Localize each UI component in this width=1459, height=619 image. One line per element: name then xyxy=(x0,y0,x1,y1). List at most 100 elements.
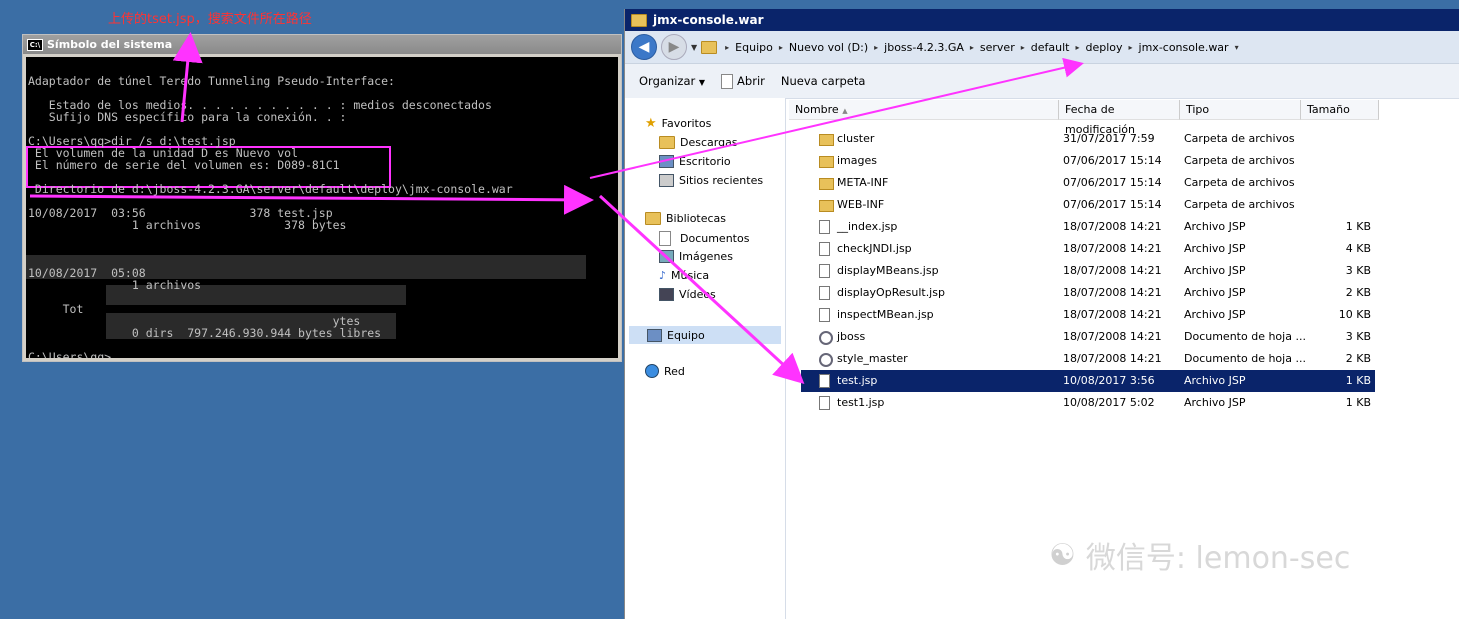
breadcrumb-item[interactable]: jboss-4.2.3.GA xyxy=(884,41,964,54)
breadcrumb-separator-icon[interactable]: ▸ xyxy=(1021,43,1025,52)
breadcrumb-separator-icon[interactable]: ▸ xyxy=(1075,43,1079,52)
breadcrumb-separator-icon[interactable]: ▸ xyxy=(874,43,878,52)
file-date: 07/06/2017 15:14 xyxy=(1063,154,1162,167)
console-line: El número de serie del volumen es: D089-… xyxy=(28,158,340,172)
file-row[interactable]: style_master 18/07/2008 14:21 Documento de… xyxy=(801,348,1375,370)
forward-arrow-icon[interactable]: ▶ xyxy=(661,34,687,60)
file-row[interactable]: __index.jsp 18/07/2008 14:21 Archivo JSP 1 … xyxy=(801,216,1375,238)
back-arrow-icon[interactable]: ◀ xyxy=(631,34,657,60)
gear-icon xyxy=(819,353,833,367)
file-date: 10/08/2017 5:02 xyxy=(1063,396,1155,409)
organize-button[interactable]: Organizar ▼ xyxy=(639,74,705,88)
explorer-window[interactable]: jmx-console.war ◀ ▶ ▼ ▸ Equipo ▸ Nuevo vol … xyxy=(624,9,1459,619)
breadcrumb-item[interactable]: default xyxy=(1031,41,1070,54)
file-size: 2 KB xyxy=(1345,286,1371,299)
nav-network[interactable]: Red xyxy=(645,364,685,378)
breadcrumb-separator-icon[interactable]: ▸ xyxy=(1129,43,1133,52)
folder-icon xyxy=(819,200,834,212)
console-line: Directorio de d:\jboss-4.2.3.GA\server\d… xyxy=(28,182,513,196)
file-date: 18/07/2008 14:21 xyxy=(1063,220,1162,233)
cmd-title-bar[interactable]: C:\ Símbolo del sistema xyxy=(23,35,621,54)
column-header-type[interactable]: Tipo xyxy=(1180,100,1301,120)
file-name: inspectMBean.jsp xyxy=(837,308,934,321)
console-line: Adaptador de túnel Teredo Tunneling Pseu… xyxy=(28,74,395,88)
file-row[interactable]: inspectMBean.jsp 18/07/2008 14:21 Archivo … xyxy=(801,304,1375,326)
file-date: 18/07/2008 14:21 xyxy=(1063,330,1162,343)
file-row[interactable]: test.jsp 10/08/2017 3:56 Archivo JSP 1 KB xyxy=(801,370,1375,392)
file-row[interactable]: cluster 31/07/2017 7:59 Carpeta de archivo… xyxy=(801,128,1375,150)
breadcrumb-item[interactable]: deploy xyxy=(1085,41,1122,54)
column-header-size[interactable]: Tamaño xyxy=(1301,100,1379,120)
nav-images[interactable]: Imágenes xyxy=(659,250,733,263)
file-row[interactable]: displayMBeans.jsp 18/07/2008 14:21 Archivo… xyxy=(801,260,1375,282)
libraries-icon xyxy=(645,212,661,225)
breadcrumb-item[interactable]: Equipo xyxy=(735,41,773,54)
file-type: Documento de hoja ... xyxy=(1184,352,1306,365)
annotation-caption: 上传的tset.jsp，搜索文件所在路径 xyxy=(108,12,312,27)
open-button[interactable]: Abrir xyxy=(721,73,765,89)
navigation-pane[interactable]: ★ Favoritos Descargas Escritorio Sitios r… xyxy=(625,98,786,619)
file-date: 31/07/2017 7:59 xyxy=(1063,132,1155,145)
nav-favorites[interactable]: ★ Favoritos xyxy=(645,116,711,131)
file-size: 10 KB xyxy=(1338,308,1371,321)
file-row[interactable]: test1.jsp 10/08/2017 5:02 Archivo JSP 1 KB xyxy=(801,392,1375,414)
console-line: C:\Users\qq> xyxy=(28,350,112,358)
breadcrumb-separator-icon[interactable]: ▸ xyxy=(970,43,974,52)
nav-recent[interactable]: Sitios recientes xyxy=(659,174,763,187)
console-line: Sufijo DNS específico para la conexión. … xyxy=(28,110,347,124)
file-type: Archivo JSP xyxy=(1184,308,1246,321)
nav-documents[interactable]: Documentos xyxy=(659,231,749,246)
address-bar[interactable]: ◀ ▶ ▼ ▸ Equipo ▸ Nuevo vol (D:) ▸ jboss-4.2.3… xyxy=(625,31,1459,64)
file-type: Carpeta de archivos xyxy=(1184,132,1295,145)
folder-icon xyxy=(819,178,834,190)
breadcrumb-separator-icon[interactable]: ▸ xyxy=(725,43,729,52)
downloads-folder-icon xyxy=(659,136,675,149)
file-type: Archivo JSP xyxy=(1184,286,1246,299)
folder-icon xyxy=(631,13,647,27)
file-row[interactable]: META-INF 07/06/2017 15:14 Carpeta de archi… xyxy=(801,172,1375,194)
folder-icon xyxy=(701,40,718,54)
breadcrumb[interactable]: ▸ Equipo ▸ Nuevo vol (D:) ▸ jboss-4.2.3.GA ▸ se… xyxy=(725,41,1238,54)
history-dropdown-icon[interactable]: ▼ xyxy=(691,43,697,52)
cmd-icon: C:\ xyxy=(27,38,43,51)
nav-downloads[interactable]: Descargas xyxy=(659,136,738,149)
breadcrumb-item[interactable]: Nuevo vol (D:) xyxy=(789,41,868,54)
gear-icon xyxy=(819,331,833,345)
console-line: 1 archivos xyxy=(28,278,202,292)
new-folder-button[interactable]: Nueva carpeta xyxy=(781,74,866,88)
file-type: Archivo JSP xyxy=(1184,396,1246,409)
documents-icon xyxy=(659,231,671,246)
file-name: images xyxy=(837,154,877,167)
file-row[interactable]: WEB-INF 07/06/2017 15:14 Carpeta de archiv… xyxy=(801,194,1375,216)
explorer-title: jmx-console.war xyxy=(653,13,764,27)
folder-icon xyxy=(819,134,834,146)
breadcrumb-item[interactable]: server xyxy=(980,41,1015,54)
star-icon: ★ xyxy=(645,116,657,131)
file-date: 07/06/2017 15:14 xyxy=(1063,198,1162,211)
nav-desktop[interactable]: Escritorio xyxy=(659,155,731,168)
breadcrumb-separator-icon[interactable]: ▸ xyxy=(779,43,783,52)
breadcrumb-item[interactable]: jmx-console.war xyxy=(1139,41,1229,54)
file-type: Carpeta de archivos xyxy=(1184,154,1295,167)
file-row[interactable]: displayOpResult.jsp 18/07/2008 14:21 Archi… xyxy=(801,282,1375,304)
recent-places-icon xyxy=(659,174,674,187)
file-size: 2 KB xyxy=(1345,352,1371,365)
file-icon xyxy=(819,242,830,256)
address-dropdown-icon[interactable]: ▾ xyxy=(1235,43,1239,52)
nav-videos[interactable]: Vídeos xyxy=(659,288,716,301)
file-name: __index.jsp xyxy=(837,220,898,233)
file-size: 1 KB xyxy=(1345,220,1371,233)
column-header-date[interactable]: Fecha de modificación xyxy=(1059,100,1180,136)
explorer-title-bar[interactable]: jmx-console.war xyxy=(625,9,1459,31)
file-type: Archivo JSP xyxy=(1184,242,1246,255)
nav-libraries[interactable]: Bibliotecas xyxy=(645,212,726,225)
nav-computer[interactable]: Equipo xyxy=(629,326,781,344)
pictures-icon xyxy=(659,250,674,263)
cmd-console-output[interactable]: Adaptador de túnel Teredo Tunneling Pseu… xyxy=(26,57,618,358)
column-header-name[interactable]: Nombre ▲ xyxy=(789,100,1059,120)
file-row[interactable]: jboss 18/07/2008 14:21 Documento de hoja .… xyxy=(801,326,1375,348)
command-prompt-window[interactable]: C:\ Símbolo del sistema Adaptador de tún… xyxy=(22,34,622,362)
nav-music[interactable]: ♪ Música xyxy=(659,269,709,282)
file-row[interactable]: checkJNDI.jsp 18/07/2008 14:21 Archivo JSP… xyxy=(801,238,1375,260)
file-row[interactable]: images 07/06/2017 15:14 Carpeta de archivo… xyxy=(801,150,1375,172)
